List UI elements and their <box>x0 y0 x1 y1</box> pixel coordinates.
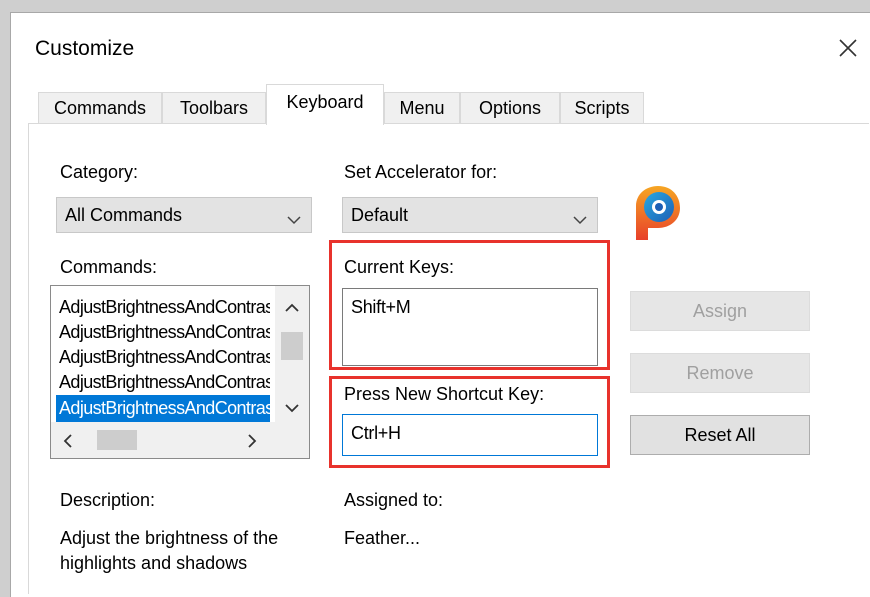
description-label: Description: <box>60 490 156 510</box>
tab-options[interactable]: Options <box>460 92 560 124</box>
current-keys-list[interactable]: Shift+M <box>342 288 598 366</box>
category-label: Category: <box>60 162 139 182</box>
chevron-right-icon[interactable] <box>247 434 257 453</box>
description-text-line1: Adjust the brightness of the <box>60 528 279 548</box>
close-icon[interactable] <box>831 31 865 65</box>
scrollbar-thumb[interactable] <box>281 332 303 360</box>
new-shortcut-input[interactable]: Ctrl+H <box>342 414 598 456</box>
list-item-selected[interactable]: AdjustBrightnessAndContrast <box>56 395 270 422</box>
chevron-left-icon[interactable] <box>63 434 73 453</box>
tab-commands[interactable]: Commands <box>38 92 162 124</box>
horizontal-scrollbar[interactable] <box>51 422 309 458</box>
list-item[interactable]: AdjustBrightnessAndContrast <box>56 294 270 321</box>
assign-button[interactable]: Assign <box>630 291 810 331</box>
list-item[interactable]: AdjustBrightnessAndContrast <box>56 319 270 346</box>
paintshop-pro-logo-icon <box>628 182 684 246</box>
commands-label: Commands: <box>60 257 158 277</box>
assigned-to-label: Assigned to: <box>344 490 444 510</box>
chevron-down-icon <box>573 209 587 230</box>
tab-scripts[interactable]: Scripts <box>560 92 644 124</box>
tab-menu[interactable]: Menu <box>384 92 460 124</box>
scrollbar-thumb[interactable] <box>97 430 137 450</box>
remove-button[interactable]: Remove <box>630 353 810 393</box>
set-accelerator-select[interactable]: Default <box>342 197 598 233</box>
current-keys-label: Current Keys: <box>344 257 455 277</box>
set-accelerator-value: Default <box>351 204 409 225</box>
list-item[interactable]: AdjustBrightnessAndContrast <box>56 369 270 396</box>
reset-all-button[interactable]: Reset All <box>630 415 810 455</box>
commands-listbox[interactable]: AdjustBrightnessAndContrast AdjustBright… <box>50 285 310 459</box>
chevron-down-icon <box>287 209 301 230</box>
list-item[interactable]: AdjustBrightnessAndContrast <box>56 344 270 371</box>
assigned-to-value: Feather... <box>344 528 421 548</box>
category-select[interactable]: All Commands <box>56 197 312 233</box>
description-text-line2: highlights and shadows <box>60 553 248 573</box>
vertical-scrollbar[interactable] <box>275 286 309 422</box>
category-value: All Commands <box>65 204 183 225</box>
new-shortcut-label: Press New Shortcut Key: <box>344 384 545 404</box>
chevron-up-icon[interactable] <box>285 300 299 318</box>
chevron-down-icon[interactable] <box>285 400 299 418</box>
tab-toolbars[interactable]: Toolbars <box>162 92 266 124</box>
dialog-title: Customize <box>35 37 135 60</box>
tab-keyboard[interactable]: Keyboard <box>266 84 384 125</box>
set-accelerator-label: Set Accelerator for: <box>344 162 498 182</box>
